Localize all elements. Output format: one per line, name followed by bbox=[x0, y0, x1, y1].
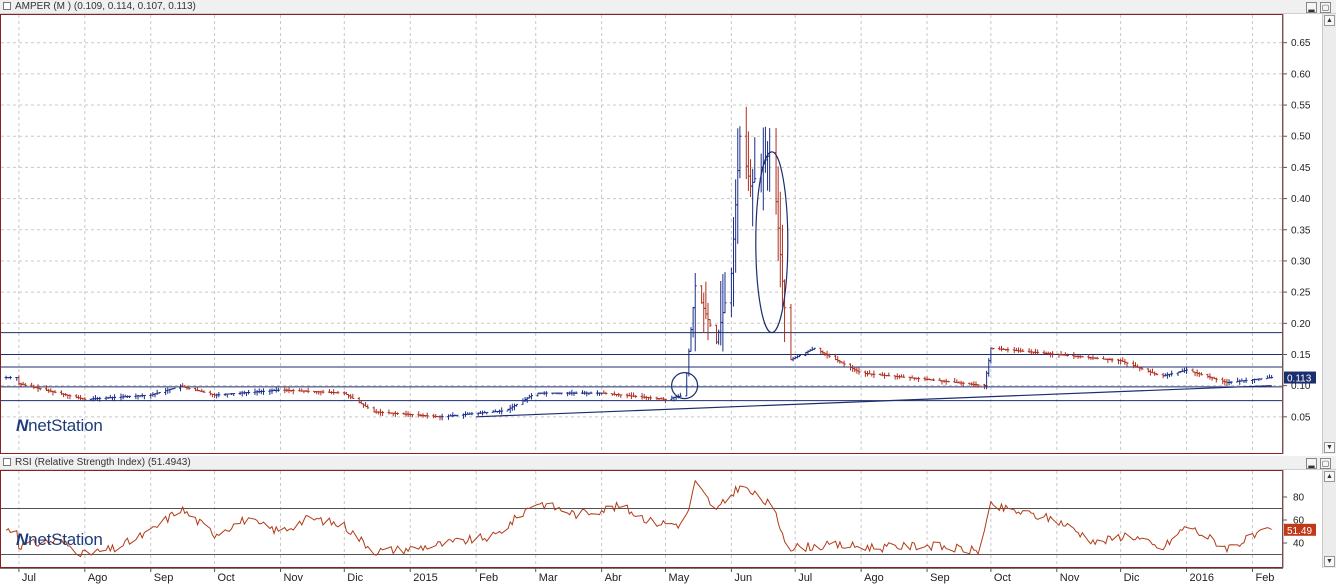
rsi-plot-area bbox=[0, 470, 1283, 568]
panel-square-icon bbox=[3, 2, 11, 10]
rsi-scroll-down-icon[interactable]: ▼ bbox=[1324, 556, 1335, 567]
panel-square-icon bbox=[3, 458, 11, 466]
maximize-panel-icon[interactable]: ▢ bbox=[1320, 2, 1331, 13]
y-tick-label: 0.20 bbox=[1291, 319, 1311, 330]
x-tick-label: Feb bbox=[1255, 572, 1274, 584]
rsi-y-tick-label: 40 bbox=[1293, 539, 1305, 550]
rsi-panel-title: RSI (Relative Strength Index) (51.4943) bbox=[15, 457, 191, 468]
x-tick-label: Nov bbox=[1060, 572, 1080, 584]
logo-text: netStation bbox=[28, 530, 103, 549]
x-tick-label: Abr bbox=[605, 572, 622, 584]
y-tick-label: 0.25 bbox=[1291, 288, 1311, 299]
price-chart[interactable]: 0.050.100.150.200.250.300.350.400.450.50… bbox=[0, 14, 1322, 454]
rsi-chart[interactable]: 40608051.49 bbox=[0, 470, 1322, 568]
rsi-netstation-logo: NnetStation bbox=[16, 530, 103, 550]
logo-mark-icon: N bbox=[16, 530, 29, 549]
last-price-label: 0.113 bbox=[1287, 374, 1312, 385]
time-axis: Jul Ago Sep Oct Nov Dic 2015 Feb Mar Abr May Jun Jul… bbox=[0, 568, 1283, 584]
x-tick-label: Jul bbox=[22, 572, 36, 584]
x-tick-label: Nov bbox=[283, 572, 303, 584]
x-tick-label: Dic bbox=[1124, 572, 1140, 584]
netstation-logo: NnetStation bbox=[16, 416, 103, 436]
x-tick-label: Oct bbox=[994, 572, 1011, 584]
scroll-up-icon[interactable]: ▲ bbox=[1324, 15, 1335, 26]
y-tick-label: 0.60 bbox=[1291, 69, 1311, 80]
main-panel-header: AMPER (M ) (0.109, 0.114, 0.107, 0.113) bbox=[0, 0, 1336, 14]
y-tick-label: 0.30 bbox=[1291, 256, 1311, 267]
plot-area bbox=[0, 14, 1283, 454]
x-tick-label: 2015 bbox=[413, 572, 437, 584]
x-tick-label: Ago bbox=[864, 572, 884, 584]
x-tick-label: Sep bbox=[154, 572, 174, 584]
scroll-down-icon[interactable]: ▼ bbox=[1324, 442, 1335, 453]
y-tick-label: 0.45 bbox=[1291, 163, 1311, 174]
x-tick-label: Oct bbox=[218, 572, 235, 584]
main-vertical-scrollbar[interactable]: ▲ ▼ bbox=[1322, 14, 1336, 454]
y-tick-label: 0.65 bbox=[1291, 38, 1311, 49]
x-tick-label: Mar bbox=[539, 572, 558, 584]
rsi-y-tick-label: 80 bbox=[1293, 493, 1305, 504]
rsi-minimize-icon[interactable]: ▂ bbox=[1306, 458, 1317, 469]
y-tick-label: 0.55 bbox=[1291, 101, 1311, 112]
y-tick-label: 0.40 bbox=[1291, 194, 1311, 205]
minimize-panel-icon[interactable]: ▂ bbox=[1306, 2, 1317, 13]
x-tick-label: Dic bbox=[347, 572, 363, 584]
y-tick-label: 0.15 bbox=[1291, 350, 1311, 361]
x-tick-label: Jun bbox=[734, 572, 752, 584]
rsi-scroll-up-icon[interactable]: ▲ bbox=[1324, 471, 1335, 482]
x-tick-label: 2016 bbox=[1190, 572, 1214, 584]
x-tick-label: Sep bbox=[930, 572, 950, 584]
rsi-vertical-scrollbar[interactable]: ▲ ▼ bbox=[1322, 470, 1336, 568]
x-tick-label: Feb bbox=[479, 572, 498, 584]
logo-mark-icon: N bbox=[16, 416, 29, 435]
rsi-panel-header: RSI (Relative Strength Index) (51.4943) bbox=[0, 456, 1336, 470]
rsi-last-value-label: 51.49 bbox=[1287, 526, 1312, 537]
y-tick-label: 0.50 bbox=[1291, 132, 1311, 143]
x-tick-label: Jul bbox=[798, 572, 812, 584]
logo-text: netStation bbox=[28, 416, 103, 435]
rsi-maximize-icon[interactable]: ▢ bbox=[1320, 458, 1331, 469]
x-tick-label: May bbox=[668, 572, 689, 584]
y-tick-label: 0.35 bbox=[1291, 225, 1311, 236]
x-tick-label: Ago bbox=[88, 572, 108, 584]
y-tick-label: 0.05 bbox=[1291, 412, 1311, 423]
main-panel-title: AMPER (M ) (0.109, 0.114, 0.107, 0.113) bbox=[15, 1, 196, 12]
